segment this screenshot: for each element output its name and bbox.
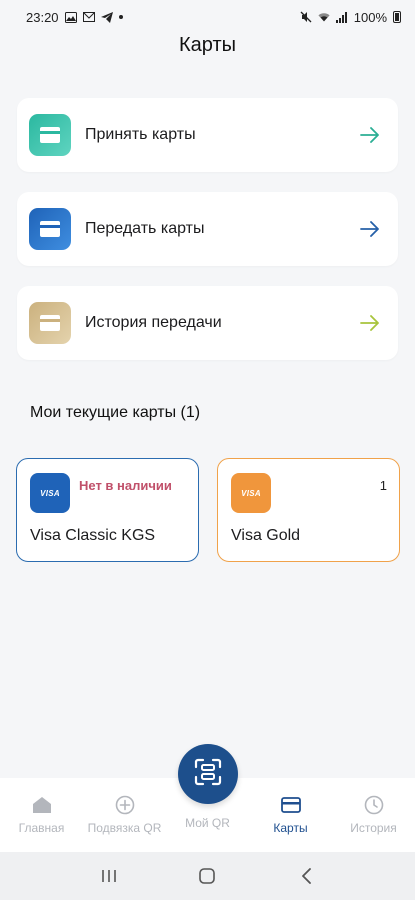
system-nav-bar: [0, 852, 415, 900]
card-count: 1: [379, 478, 387, 493]
transfer-history-label: История передачи: [85, 314, 222, 331]
transfer-history-button[interactable]: История передачи: [17, 286, 398, 360]
card-tile-visa-gold[interactable]: VISA 1 Visa Gold: [217, 458, 400, 562]
nav-link-qr-label: Подвязка QR: [87, 821, 162, 835]
nav-cards[interactable]: Карты: [249, 778, 332, 835]
nav-my-qr-label: Мой QR: [185, 816, 230, 830]
page-title: Карты: [179, 34, 236, 56]
battery-icon: [393, 11, 401, 23]
mute-icon: [300, 11, 312, 23]
battery-percent: 100%: [353, 9, 387, 25]
card-tile-visa-classic[interactable]: VISA Нет в наличии Visa Classic KGS: [16, 458, 199, 562]
card-icon: [29, 302, 71, 344]
recent-apps-icon[interactable]: [94, 861, 124, 891]
notification-dot-icon: [118, 15, 123, 19]
arrow-right-icon: [360, 221, 380, 237]
card-icon: [29, 208, 71, 250]
current-cards-title: Мои текущие карты (1): [30, 404, 201, 421]
transfer-cards-button[interactable]: Передать карты: [17, 192, 398, 266]
home-icon: [31, 794, 53, 816]
card-icon: [29, 114, 71, 156]
status-right: 100%: [300, 10, 401, 25]
transfer-cards-label: Передать карты: [85, 220, 205, 237]
wifi-icon: [318, 11, 330, 23]
card-name: Visa Gold: [231, 527, 301, 544]
arrow-right-icon: [360, 315, 380, 331]
accept-cards-label: Принять карты: [85, 126, 196, 143]
qr-scan-icon: [193, 757, 223, 792]
clock-icon: [363, 794, 385, 816]
status-time: 23:20: [26, 9, 59, 25]
nav-home-label: Главная: [18, 821, 65, 835]
card-nav-icon: [280, 794, 302, 816]
accept-cards-button[interactable]: Принять карты: [17, 98, 398, 172]
home-system-icon[interactable]: [192, 861, 222, 891]
nav-cards-label: Карты: [273, 821, 308, 835]
telegram-icon: [100, 11, 113, 23]
signal-icon: [335, 11, 348, 23]
status-bar: 23:20 100%: [0, 0, 415, 34]
card-name: Visa Classic KGS: [30, 527, 156, 544]
mail-icon: [82, 11, 95, 23]
add-circle-icon: [114, 794, 136, 816]
gallery-icon: [64, 11, 77, 23]
card-status-badge: Нет в наличии: [79, 478, 172, 493]
visa-card-icon: VISA: [30, 473, 70, 513]
nav-link-qr[interactable]: Подвязка QR: [83, 778, 166, 835]
back-icon[interactable]: [291, 861, 321, 891]
nav-history-label: История: [350, 821, 397, 835]
visa-card-icon: VISA: [231, 473, 271, 513]
status-left: 23:20: [26, 10, 123, 25]
my-qr-button[interactable]: [178, 744, 238, 804]
nav-home[interactable]: Главная: [0, 778, 83, 835]
arrow-right-icon: [360, 127, 380, 143]
nav-history[interactable]: История: [332, 778, 415, 835]
